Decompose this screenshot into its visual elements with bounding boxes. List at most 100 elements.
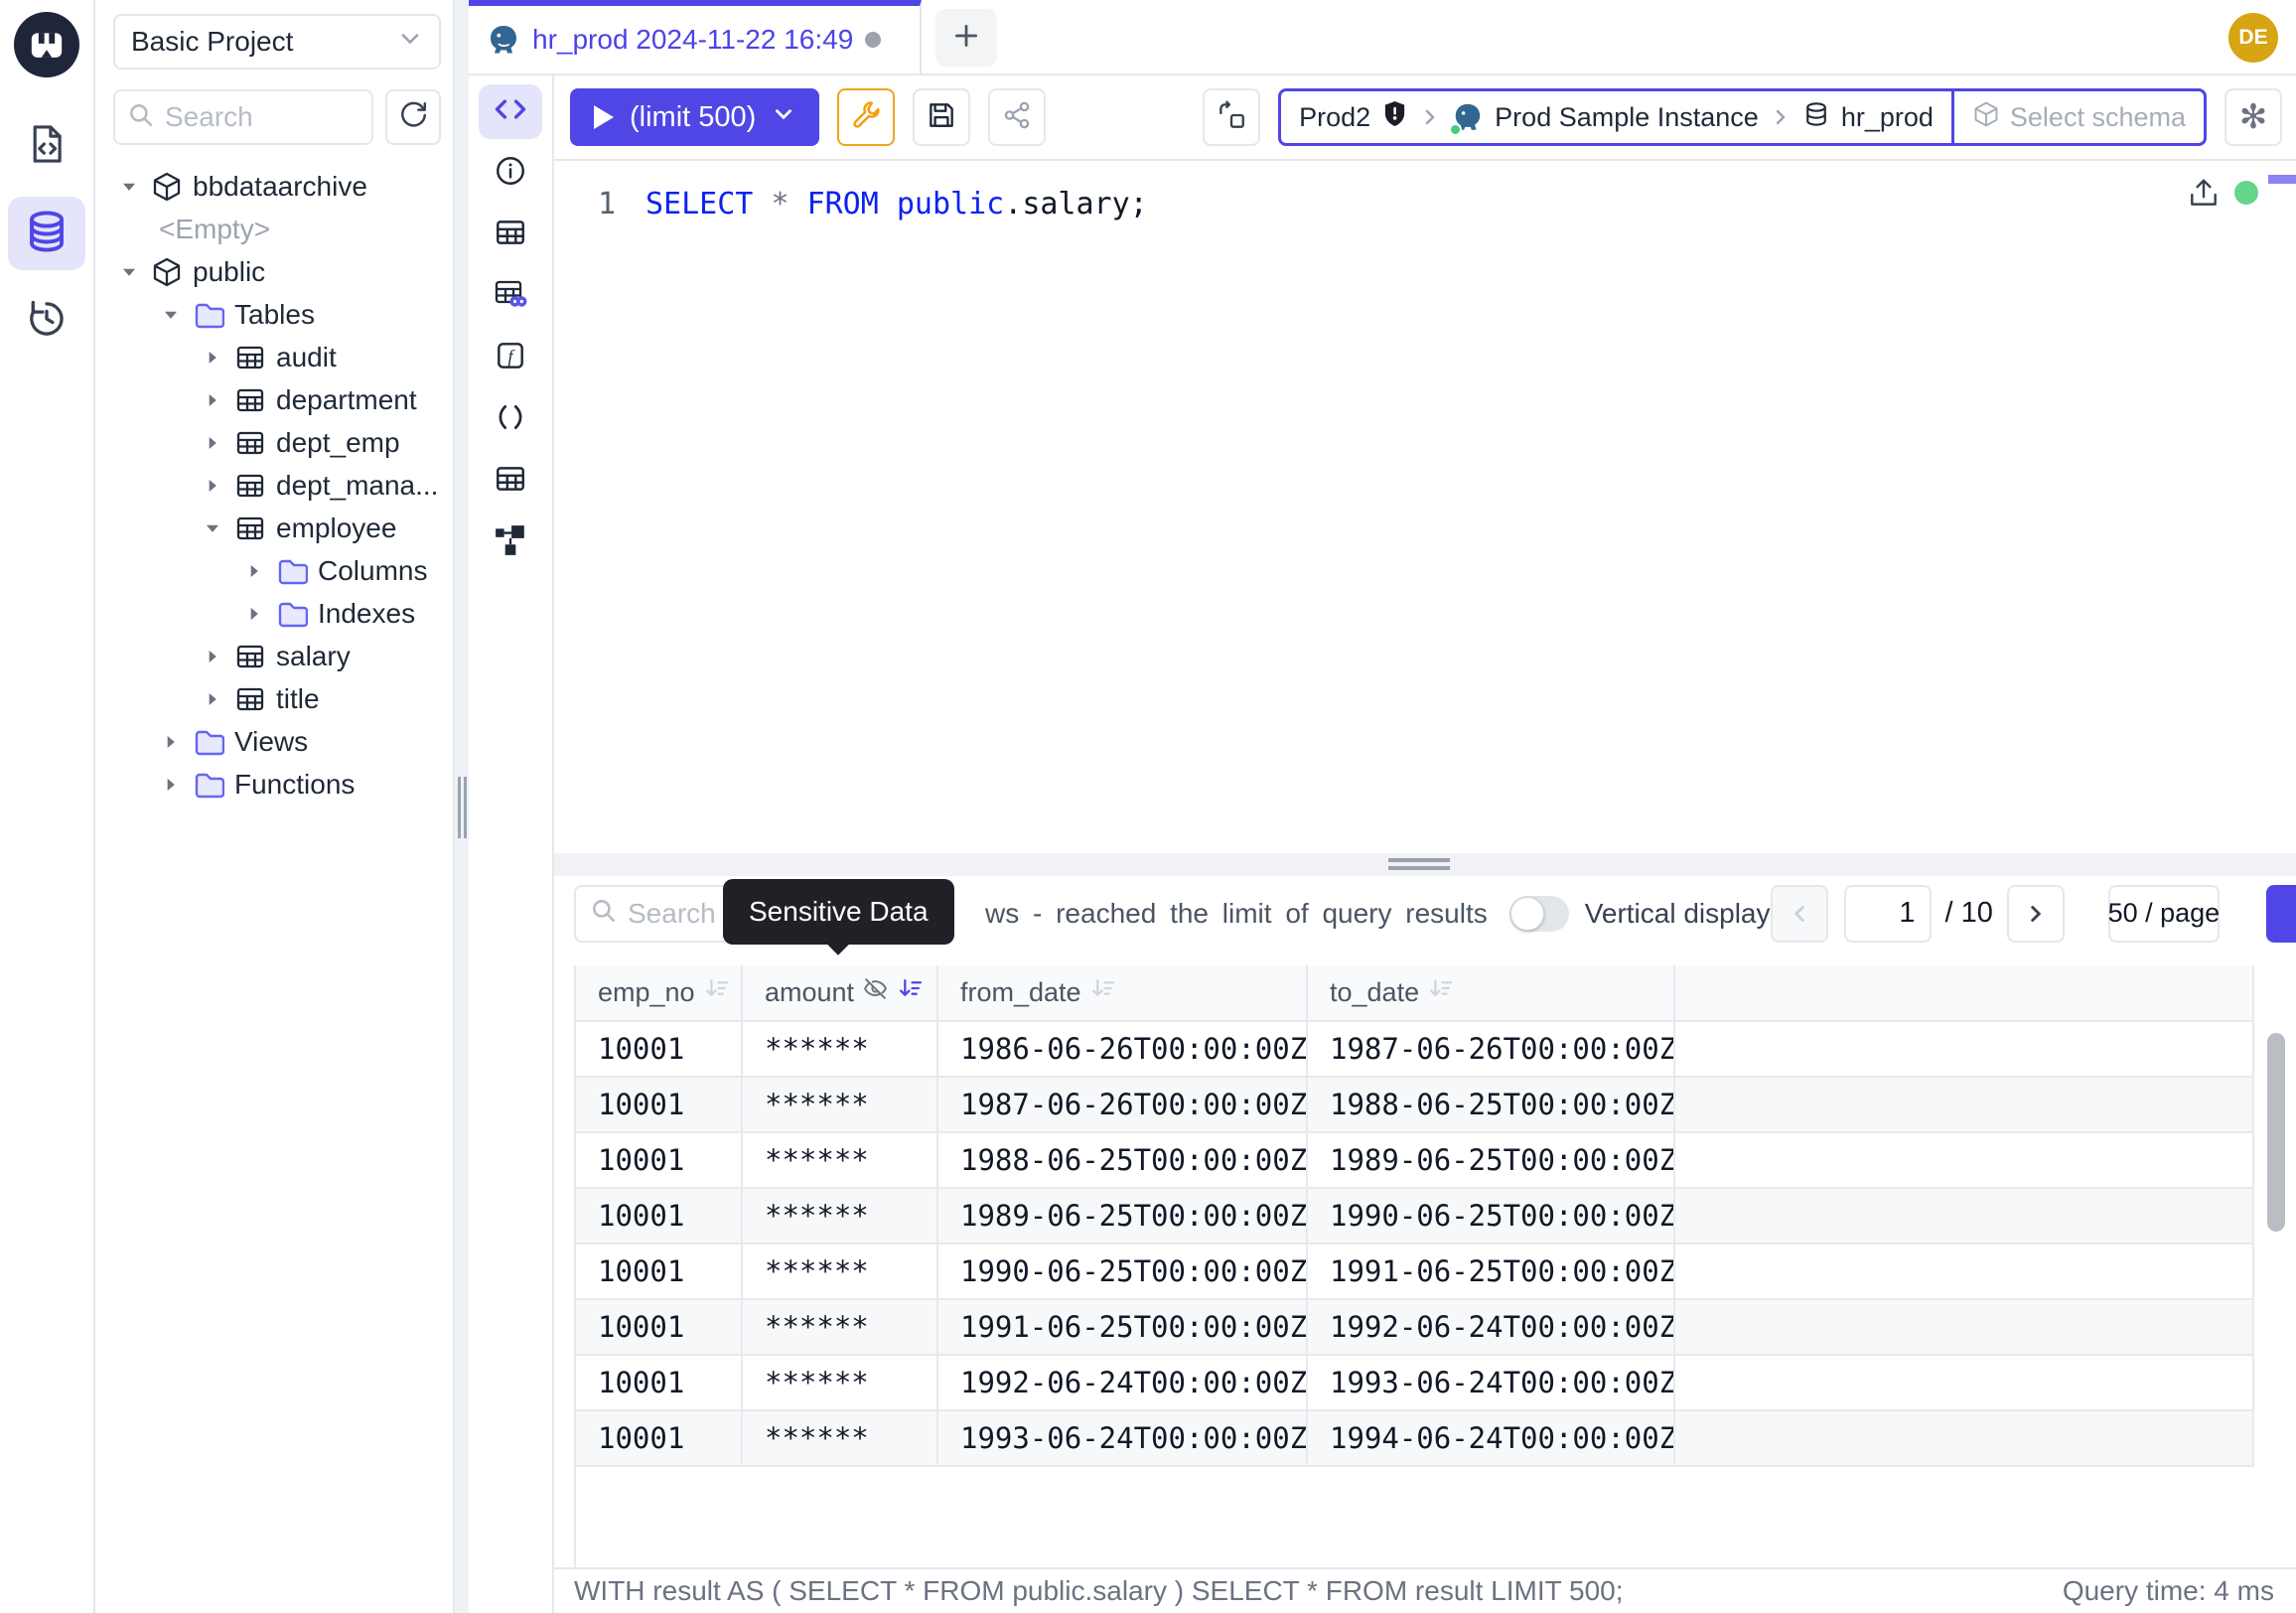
cell-empty	[1675, 1411, 2254, 1467]
caret-down-icon[interactable]	[159, 304, 183, 326]
table-row: 10001******1990-06-25T00:00:00Z1991-06-2…	[576, 1245, 2254, 1300]
share-sheet-button[interactable]	[988, 88, 1046, 146]
editor-scrollbar[interactable]	[2268, 175, 2296, 184]
results-header-row: emp_no amount from_dateto_date	[576, 965, 2254, 1022]
caret-right-icon[interactable]	[201, 688, 224, 710]
masked-data-panel-button[interactable]	[479, 269, 542, 324]
page-number-input[interactable]	[1844, 885, 1932, 943]
run-query-button[interactable]: (limit 500)	[570, 88, 819, 146]
select-schema-button[interactable]: Select schema	[1951, 91, 2204, 143]
tree-item-views[interactable]: Views	[113, 720, 441, 763]
tab-hr-prod[interactable]: hr_prod 2024-11-22 16:49	[469, 0, 922, 73]
next-page-button[interactable]	[2007, 885, 2065, 943]
info-panel-button[interactable]	[479, 146, 542, 201]
cell-amount: ******	[743, 1022, 938, 1078]
sort-icon[interactable]	[1427, 975, 1454, 1009]
column-header-amount[interactable]: amount	[743, 965, 938, 1022]
tree-item-dept-mana[interactable]: dept_mana...	[113, 464, 441, 507]
results-scrollbar[interactable]	[2267, 1033, 2285, 1232]
caret-right-icon[interactable]	[159, 731, 183, 753]
sort-icon[interactable]	[897, 975, 924, 1009]
procedures-panel-button[interactable]	[479, 392, 542, 447]
rail-database-button[interactable]	[8, 197, 85, 270]
sidebar: Basic Project bbdataarchive<Empty>publi	[95, 0, 455, 1613]
bytebase-logo[interactable]	[14, 12, 79, 77]
upload-sql-icon[interactable]	[2187, 177, 2221, 215]
caret-down-icon[interactable]	[117, 261, 141, 283]
connection-breadcrumb[interactable]: Prod2	[1278, 88, 2207, 146]
tree-item-public[interactable]: public	[113, 250, 441, 293]
column-header-emp_no[interactable]: emp_no	[576, 965, 743, 1022]
tree-item-columns[interactable]: Columns	[113, 549, 441, 592]
tree-item-salary[interactable]: salary	[113, 635, 441, 677]
run-options-chevron-icon[interactable]	[772, 101, 795, 134]
cell-to_date: 1992-06-24T00:00:00Z	[1308, 1300, 1675, 1356]
panel-resize-handle[interactable]	[1388, 858, 1450, 874]
column-header-from_date[interactable]: from_date	[938, 965, 1308, 1022]
tree-item-audit[interactable]: audit	[113, 336, 441, 378]
prev-page-button[interactable]	[1771, 885, 1828, 943]
sort-icon[interactable]	[1089, 975, 1116, 1009]
tree-item-department[interactable]: department	[113, 378, 441, 421]
sql-token	[753, 187, 771, 221]
cell-emp_no: 10001	[576, 1078, 743, 1133]
caret-down-icon[interactable]	[117, 176, 141, 198]
tree-item-empty[interactable]: <Empty>	[113, 208, 441, 250]
tree-item-indexes[interactable]: Indexes	[113, 592, 441, 635]
ai-assistant-button[interactable]: ✻	[2224, 88, 2282, 146]
tree-item-tables[interactable]: Tables	[113, 293, 441, 336]
save-sheet-button[interactable]	[913, 88, 970, 146]
caret-right-icon[interactable]	[201, 646, 224, 667]
rail-history-button[interactable]	[8, 284, 85, 358]
sql-editor[interactable]: 1 SELECT * FROM public.salary;	[554, 161, 2296, 853]
export-button[interactable]	[2266, 885, 2296, 943]
results-splitter[interactable]	[554, 853, 2296, 876]
caret-right-icon[interactable]	[242, 560, 266, 582]
caret-right-icon[interactable]	[201, 475, 224, 497]
connection-path[interactable]: Prod2	[1281, 91, 1951, 143]
column-header-to_date[interactable]: to_date	[1308, 965, 1675, 1022]
caret-right-icon[interactable]	[159, 774, 183, 796]
sql-editor-app: Basic Project bbdataarchive<Empty>publi	[0, 0, 2296, 1613]
functions-panel-button[interactable]: f	[479, 331, 542, 385]
caret-right-icon[interactable]	[242, 603, 266, 625]
cell-empty	[1675, 1133, 2254, 1189]
tree-item-bbdataarchive[interactable]: bbdataarchive	[113, 165, 441, 208]
schema-icon	[150, 255, 184, 289]
project-selector[interactable]: Basic Project	[113, 14, 441, 70]
sql-code-line[interactable]: SELECT * FROM public.salary;	[646, 187, 1148, 221]
eye-off-icon	[862, 975, 889, 1009]
column-label: amount	[765, 977, 854, 1008]
format-sql-button[interactable]	[837, 88, 895, 146]
editor-view-button[interactable]	[479, 84, 542, 139]
schema-diagram-button[interactable]	[479, 515, 542, 570]
sidebar-resize-handle[interactable]	[458, 777, 467, 838]
sidebar-search-input[interactable]	[165, 101, 359, 133]
user-avatar[interactable]: DE	[2228, 13, 2278, 63]
masked-table-icon	[494, 277, 527, 316]
cell-emp_no: 10001	[576, 1411, 743, 1467]
tree-item-dept-emp[interactable]: dept_emp	[113, 421, 441, 464]
sidebar-search[interactable]	[113, 89, 373, 145]
tree-item-title[interactable]: title	[113, 677, 441, 720]
sql-token: FROM	[807, 187, 879, 221]
cell-to_date: 1988-06-25T00:00:00Z	[1308, 1078, 1675, 1133]
tables-panel-button[interactable]	[479, 208, 542, 262]
caret-right-icon[interactable]	[201, 432, 224, 454]
table-row: 10001******1991-06-25T00:00:00Z1992-06-2…	[576, 1300, 2254, 1356]
refresh-schema-button[interactable]	[385, 89, 441, 145]
caret-down-icon[interactable]	[201, 517, 224, 539]
page-size-select[interactable]: 50 / page	[2108, 885, 2220, 943]
caret-right-icon[interactable]	[201, 347, 224, 368]
switch-connection-button[interactable]	[1203, 88, 1260, 146]
rail-worksheet-button[interactable]	[8, 109, 85, 183]
cell-to_date: 1993-06-24T00:00:00Z	[1308, 1356, 1675, 1411]
vertical-display-toggle[interactable]	[1509, 896, 1569, 932]
tree-item-employee[interactable]: employee	[113, 507, 441, 549]
views-panel-button[interactable]	[479, 454, 542, 509]
tree-item-functions[interactable]: Functions	[113, 763, 441, 806]
new-tab-button[interactable]	[935, 9, 997, 67]
sql-token: public	[897, 187, 1004, 221]
sort-icon[interactable]	[703, 975, 730, 1009]
caret-right-icon[interactable]	[201, 389, 224, 411]
